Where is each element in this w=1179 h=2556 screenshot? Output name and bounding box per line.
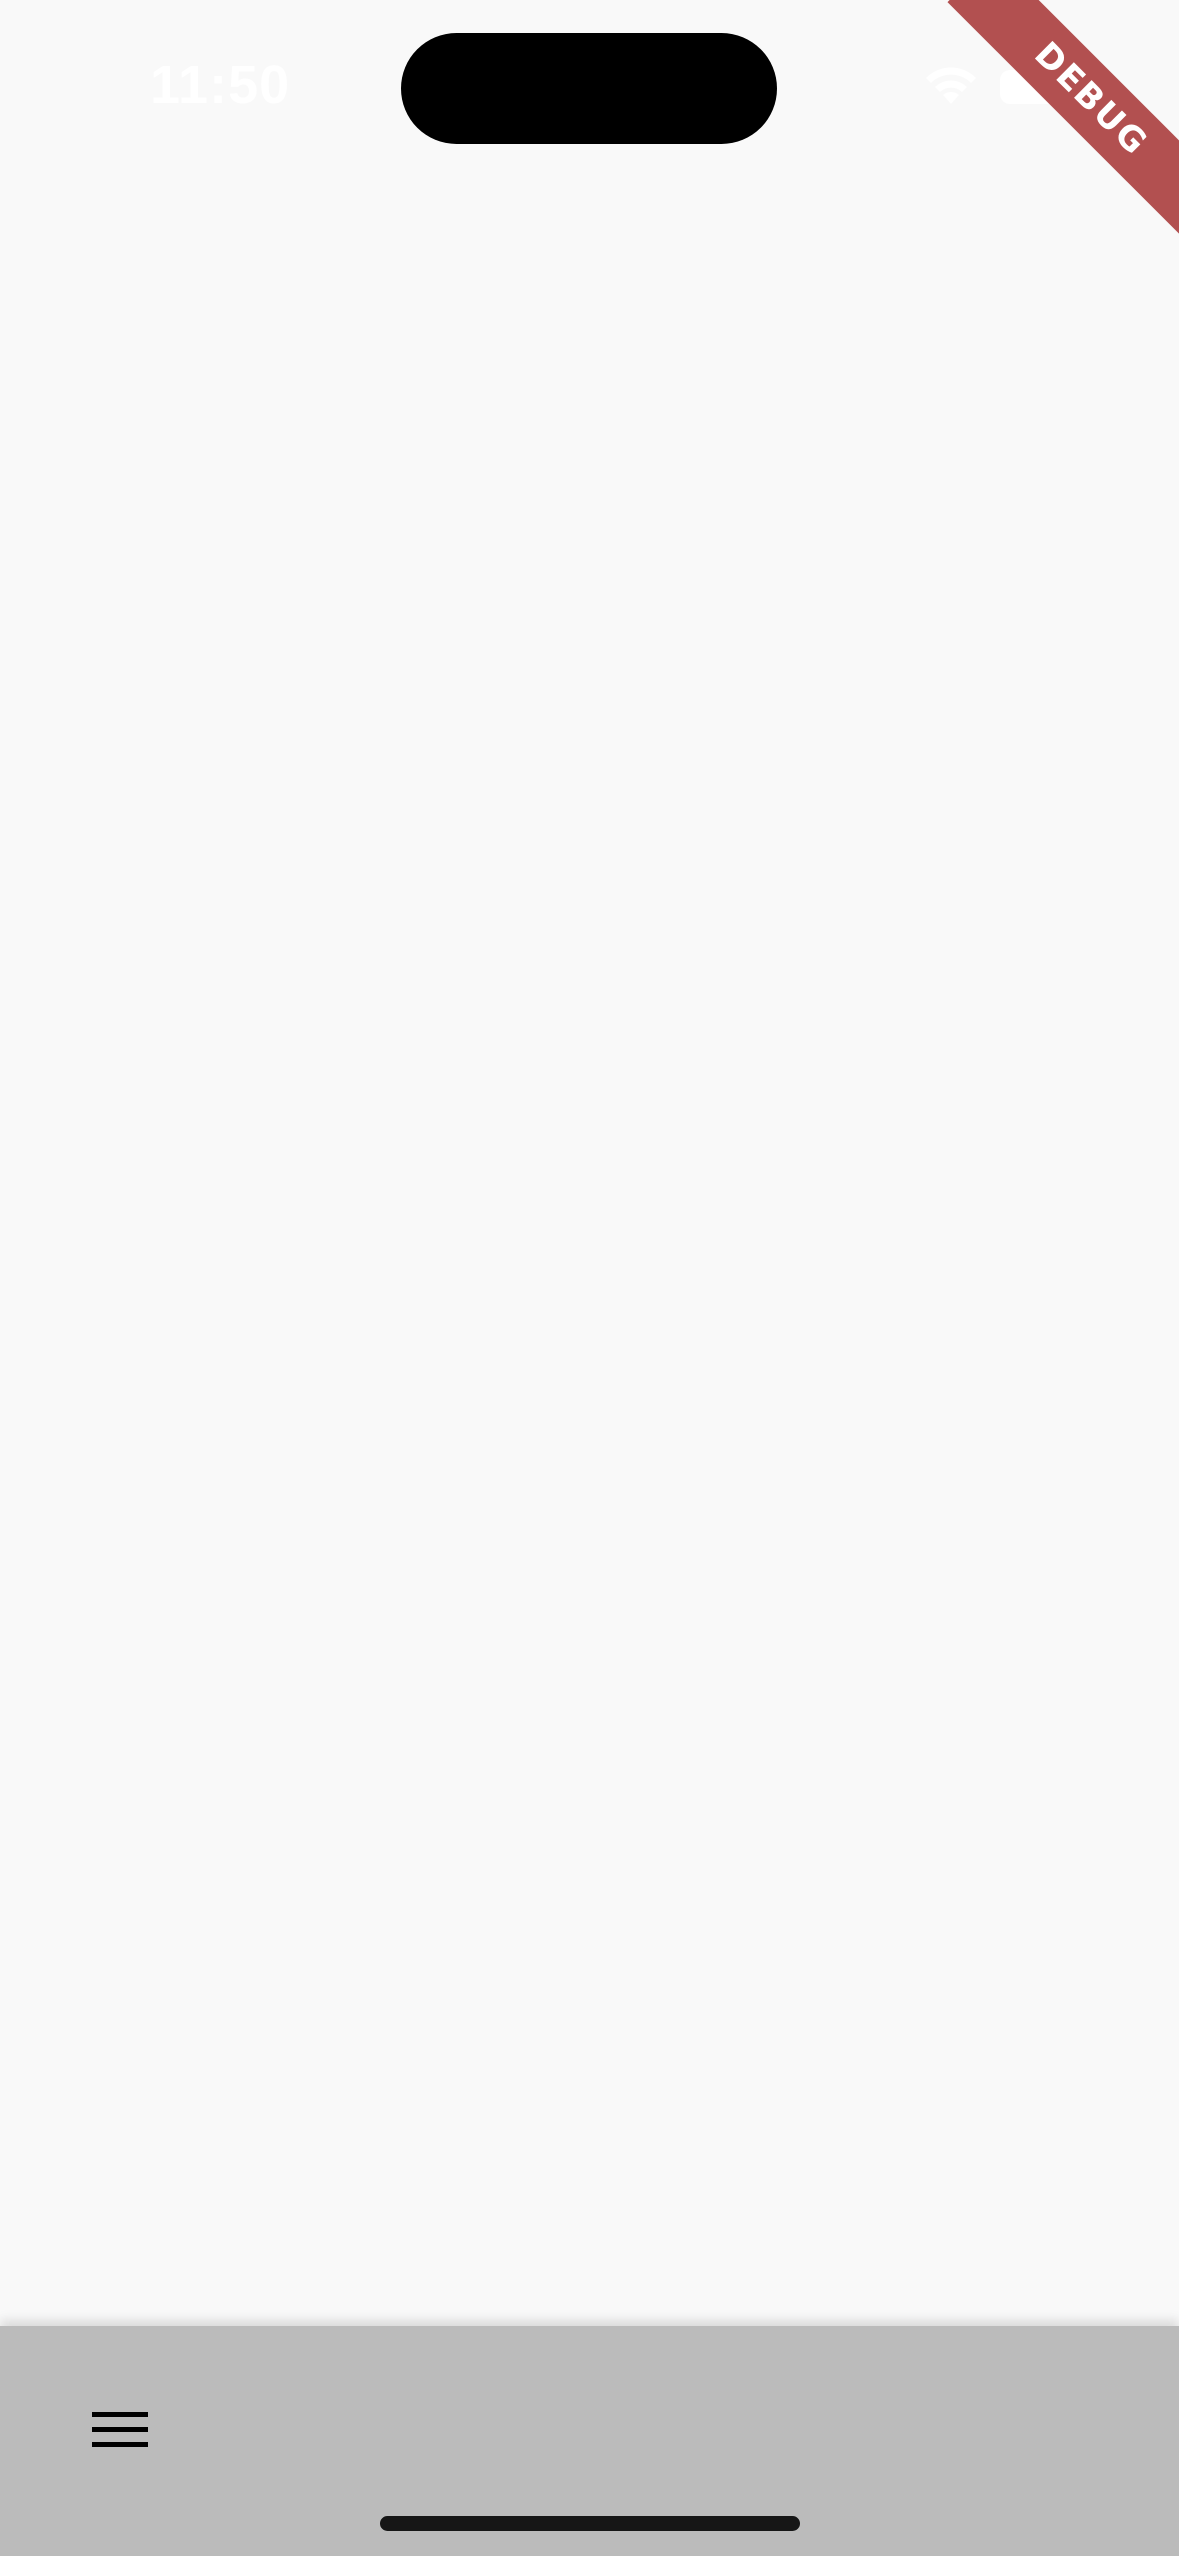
menu-button[interactable]: [72, 2382, 168, 2478]
battery-icon: [1000, 70, 1078, 104]
bottom-app-bar: [0, 2326, 1179, 2556]
app-screen: 11:50 DEBUG: [0, 0, 1179, 2556]
hamburger-menu-icon: [92, 2410, 148, 2450]
status-bar: 11:50: [0, 0, 1179, 176]
wifi-icon: [922, 62, 980, 106]
home-indicator[interactable]: [380, 2516, 800, 2531]
status-time: 11:50: [150, 55, 291, 115]
dynamic-island: [401, 33, 777, 144]
